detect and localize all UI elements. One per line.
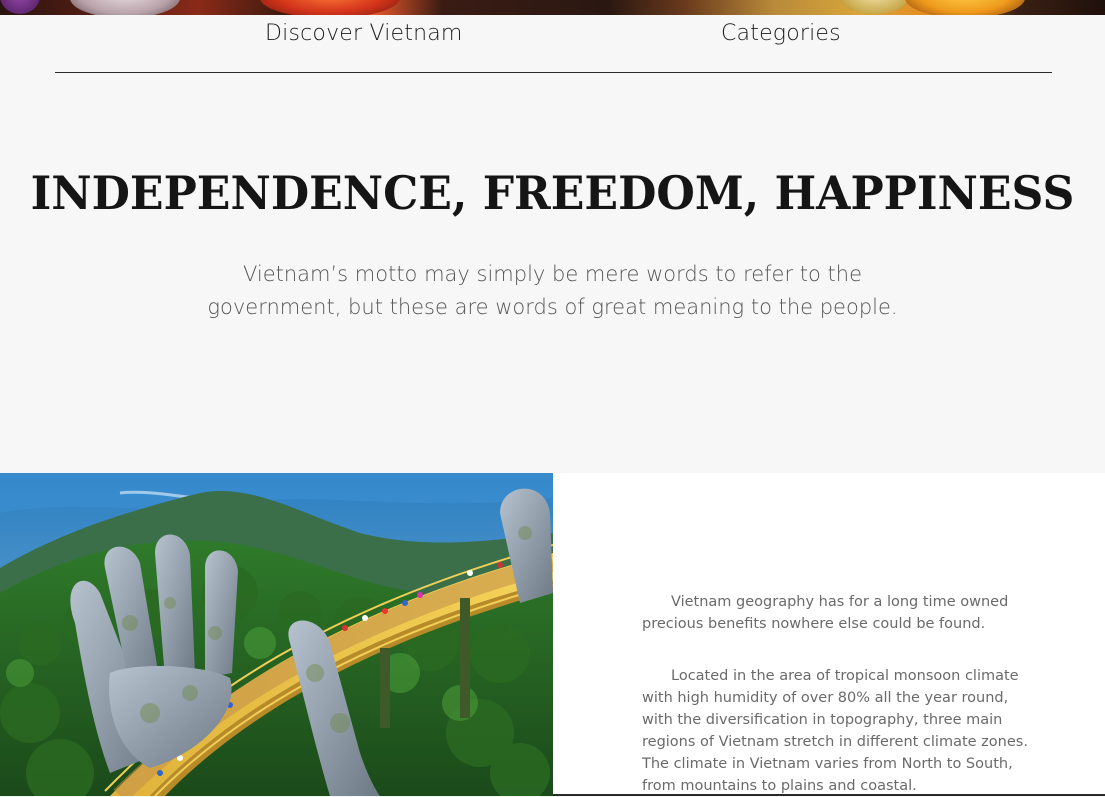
hero-subtitle: Vietnam’s motto may simply be mere words… [207, 262, 898, 319]
paragraph-geography-intro: Vietnam geography has for a long time ow… [642, 594, 1009, 632]
paragraph-geography-climate: Located in the area of tropical monsoon … [642, 668, 1028, 794]
golden-bridge-photo [0, 473, 553, 796]
geography-text-panel: Vietnam geography has for a long time ow… [553, 473, 1105, 796]
nav-link-discover-vietnam[interactable]: Discover Vietnam [265, 21, 463, 46]
nav-link-categories[interactable]: Categories [721, 21, 841, 46]
nav-divider [55, 72, 1052, 73]
lanterns-banner-image [0, 0, 1105, 15]
hero-title: INDEPENDENCE, FREEDOM, HAPPINESS [30, 166, 1075, 220]
golden-bridge-illustration [0, 473, 553, 796]
top-navigation: Discover Vietnam Categories [0, 15, 1105, 73]
